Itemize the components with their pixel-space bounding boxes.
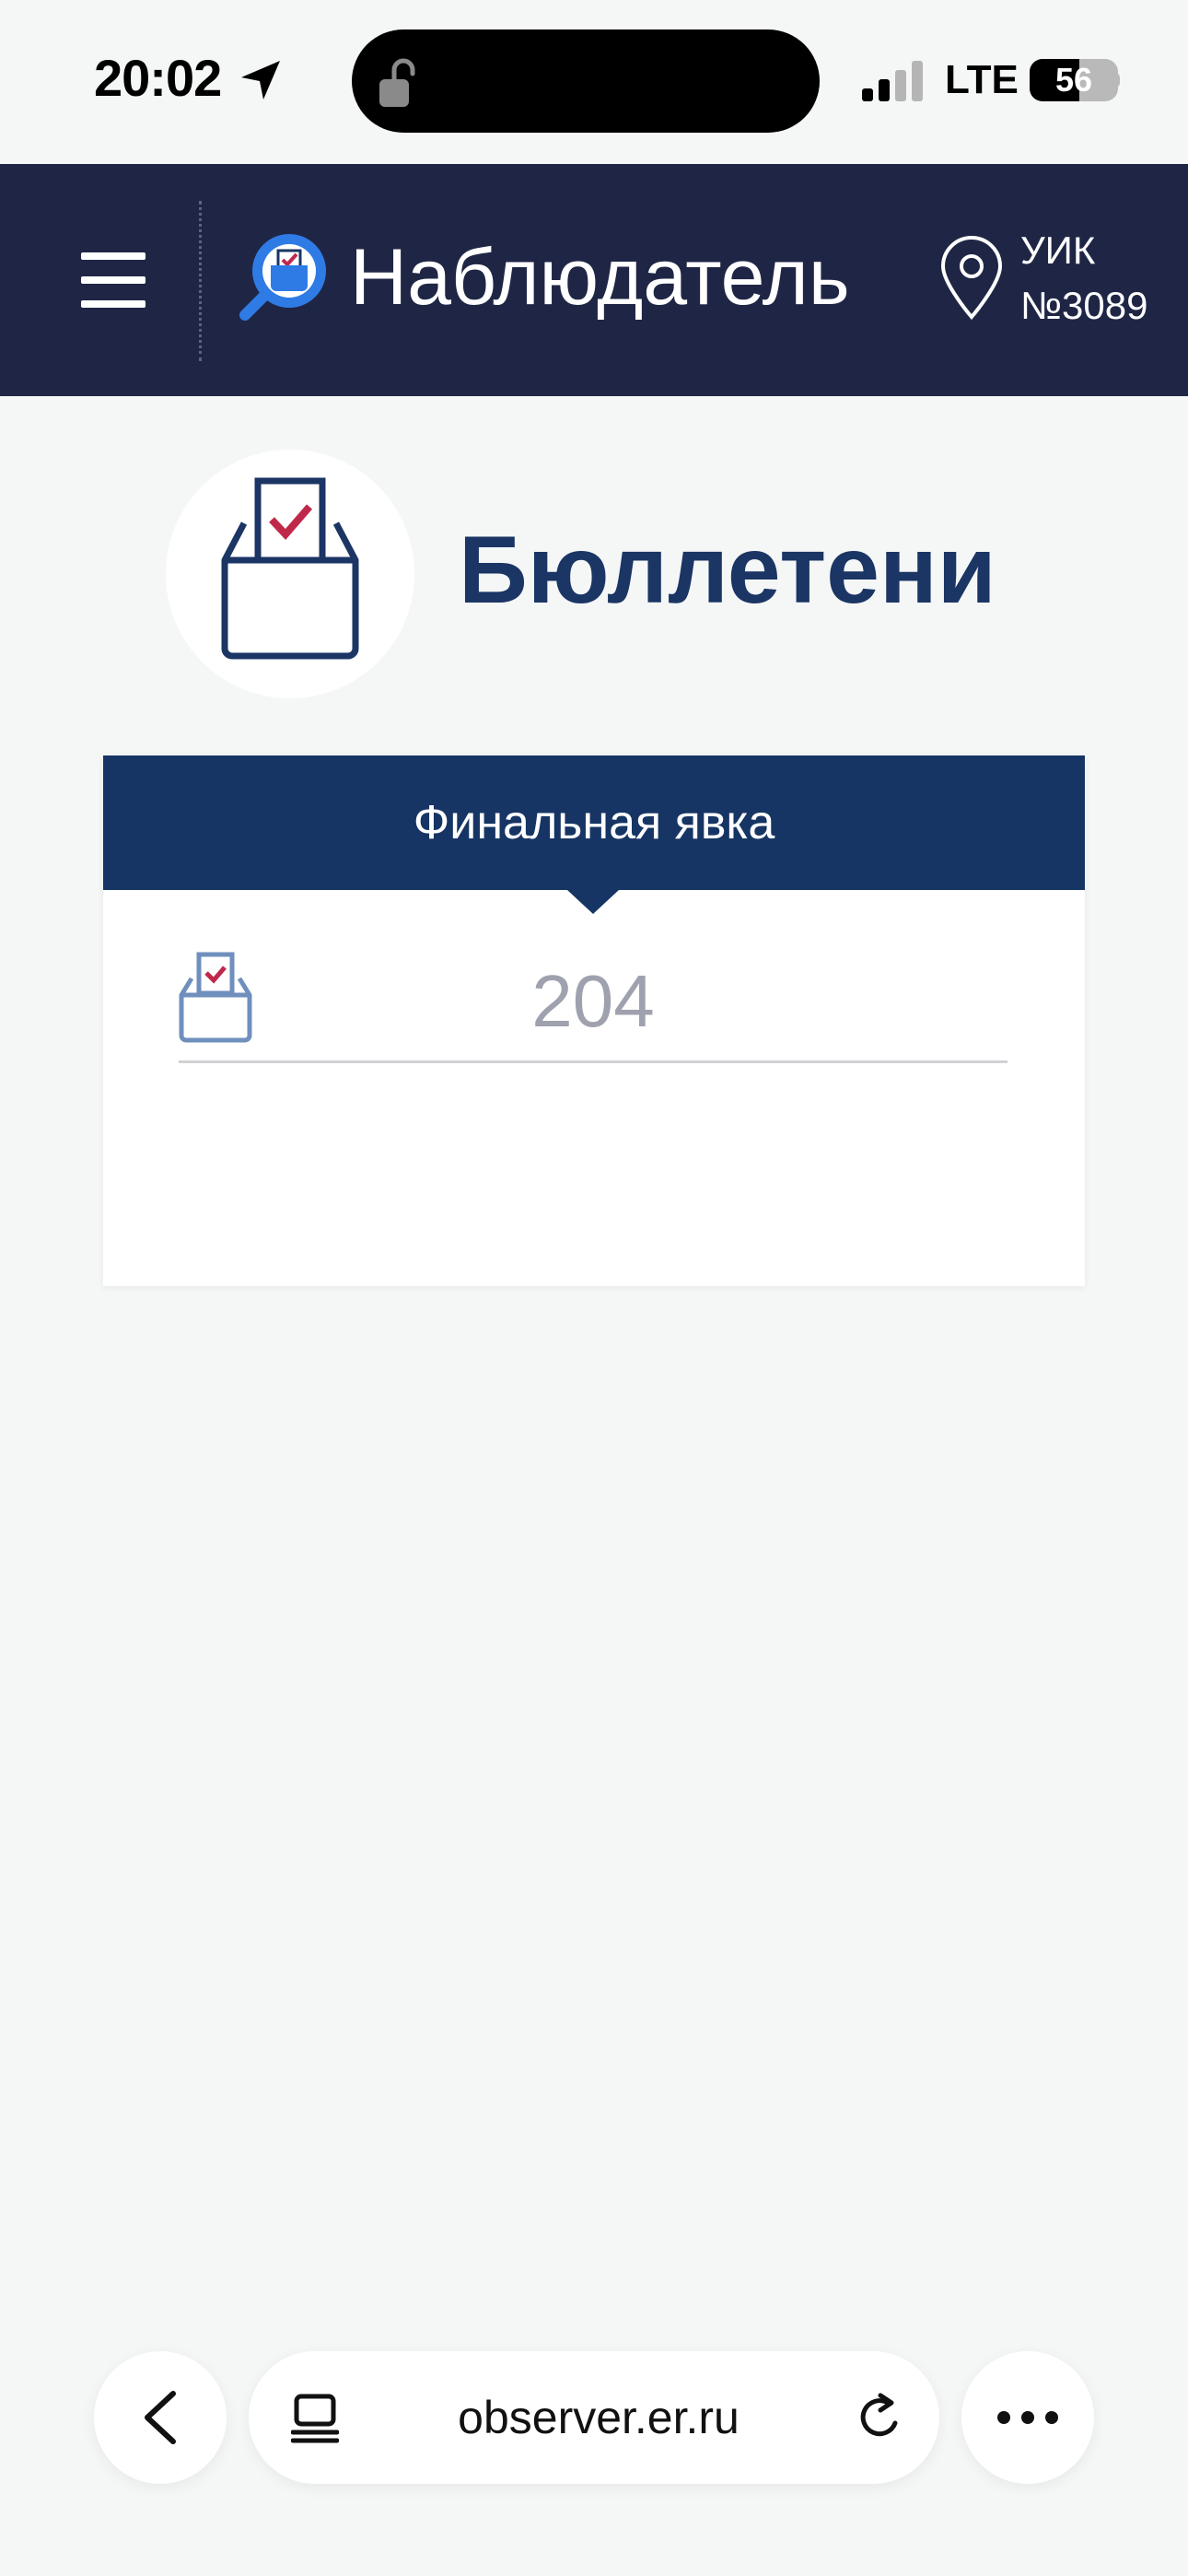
battery-level: 56 — [1054, 61, 1093, 99]
reload-icon[interactable] — [855, 2392, 906, 2445]
status-time: 20:02 — [94, 49, 222, 107]
location-arrow-icon — [241, 61, 280, 100]
map-pin-icon[interactable] — [939, 236, 1004, 321]
uik-line2: №3089 — [1020, 284, 1148, 327]
app-header: Наблюдатель УИК №3089 — [0, 164, 1188, 396]
ballot-heading-icon — [166, 450, 414, 698]
observer-logo-icon[interactable] — [236, 228, 332, 324]
card-header: Финальная явка — [103, 755, 1085, 890]
address-bar[interactable]: observer.er.ru — [249, 2351, 939, 2484]
signal-strength-icon — [862, 61, 923, 101]
app-title[interactable]: Наблюдатель — [350, 232, 850, 323]
more-button[interactable] — [961, 2351, 1094, 2484]
hamburger-menu-icon — [81, 252, 146, 260]
battery-tip — [1112, 73, 1120, 88]
ballot-box-icon — [221, 477, 359, 660]
url-text[interactable]: observer.er.ru — [359, 2351, 838, 2484]
reader-mode-icon[interactable] — [291, 2394, 339, 2443]
network-type: LTE — [945, 57, 1019, 102]
lock-open-icon — [379, 58, 415, 107]
chevron-left-icon — [145, 2391, 176, 2444]
uik-line1: УИК — [1020, 228, 1096, 272]
status-bar: 20:02 LTE 56 — [0, 0, 1188, 164]
page-title: Бюллетени — [459, 517, 996, 624]
ballot-count-field[interactable]: 204 — [179, 940, 1007, 1063]
card-header-pointer — [567, 890, 619, 914]
more-dots-icon — [997, 2411, 1058, 2424]
dynamic-island — [352, 29, 820, 133]
battery-indicator: 56 — [1030, 59, 1118, 101]
polling-station-label[interactable]: УИК №3089 — [1020, 223, 1148, 334]
header-divider — [199, 201, 202, 361]
menu-button[interactable] — [81, 252, 146, 308]
ballot-box-icon — [179, 952, 252, 1043]
ballot-count-value[interactable]: 204 — [179, 940, 1007, 1061]
back-button[interactable] — [94, 2351, 227, 2484]
card-header-title: Финальная явка — [413, 796, 775, 849]
turnout-card: Финальная явка 204 — [103, 755, 1085, 1286]
